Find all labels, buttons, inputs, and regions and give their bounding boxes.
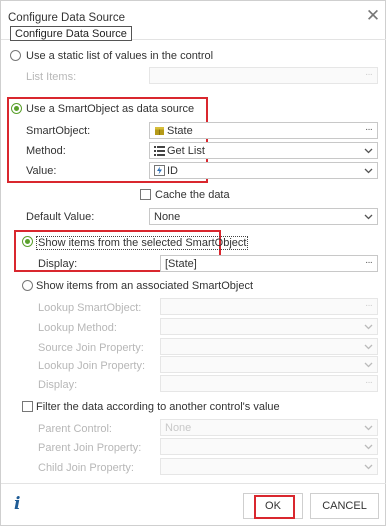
footer-divider [1, 483, 386, 484]
smartobject-value: State [167, 125, 193, 137]
parent-control-dropdown[interactable]: None [160, 419, 378, 436]
ok-highlight-box [254, 495, 295, 519]
selected-items-radio[interactable] [22, 236, 33, 247]
smartobject-ellipsis-button[interactable]: ··· [365, 124, 373, 135]
associated-display-field[interactable]: ··· [160, 375, 378, 392]
lookup-join-label: Lookup Join Property: [38, 360, 146, 372]
chevron-down-icon[interactable] [364, 442, 373, 451]
chevron-down-icon[interactable] [364, 462, 373, 471]
cancel-button-label: CANCEL [322, 500, 367, 512]
property-icon [154, 165, 165, 176]
smartobject-source-option-label: Use a SmartObject as data source [26, 103, 195, 115]
chevron-down-icon[interactable] [364, 146, 373, 155]
filter-checkbox[interactable] [22, 401, 33, 412]
chevron-down-icon[interactable] [364, 360, 373, 369]
chevron-down-icon[interactable] [364, 423, 373, 432]
default-value-label: Default Value: [26, 211, 95, 223]
source-join-dropdown[interactable] [160, 338, 378, 355]
child-join-dropdown[interactable] [160, 458, 378, 475]
close-icon[interactable]: ✕ [365, 7, 381, 25]
lookup-method-dropdown[interactable] [160, 318, 378, 335]
default-value-dropdown[interactable]: None [149, 208, 378, 225]
list-items-label: List Items: [26, 71, 77, 83]
selected-display-label: Display: [38, 258, 78, 270]
lookup-method-label: Lookup Method: [38, 322, 117, 334]
smartobject-source-radio[interactable] [11, 103, 22, 114]
method-dropdown[interactable]: Get List [149, 142, 378, 159]
static-list-option-label: Use a static list of values in the contr… [26, 50, 214, 62]
dialog-title: Configure Data Source [8, 12, 125, 24]
selected-display-field[interactable]: [State] ··· [160, 255, 378, 272]
method-value: Get List [167, 145, 205, 157]
smartobject-label: SmartObject: [26, 125, 91, 137]
chevron-down-icon[interactable] [364, 212, 373, 221]
associated-items-option-label: Show items from an associated SmartObjec… [36, 280, 254, 292]
parent-join-label: Parent Join Property: [38, 442, 142, 454]
display-ellipsis-button[interactable]: ··· [365, 257, 373, 268]
value-value: ID [167, 165, 178, 177]
chevron-down-icon[interactable] [364, 322, 373, 331]
smartobject-cube-icon [155, 127, 164, 135]
lookup-join-dropdown[interactable] [160, 356, 378, 373]
child-join-label: Child Join Property: [38, 462, 134, 474]
selected-items-option-label: Show items from the selected SmartObject [36, 236, 249, 250]
lookup-smartobject-label: Lookup SmartObject: [38, 302, 142, 314]
cancel-button[interactable]: CANCEL [310, 493, 379, 519]
list-method-icon [154, 146, 165, 156]
list-items-field[interactable]: ··· [149, 67, 378, 84]
cache-data-label: Cache the data [155, 189, 230, 201]
title-tooltip: Configure Data Source [10, 26, 132, 41]
value-label: Value: [26, 165, 57, 177]
cache-data-checkbox[interactable] [140, 189, 151, 200]
selected-display-value: [State] [165, 258, 197, 270]
method-label: Method: [26, 145, 66, 157]
parent-control-value: None [165, 422, 192, 434]
associated-display-ellipsis-button[interactable]: ··· [365, 377, 373, 388]
lookup-smartobject-field[interactable]: ··· [160, 298, 378, 315]
associated-items-radio[interactable] [22, 280, 33, 291]
configure-data-source-dialog: Configure Data Source ✕ Configure Data S… [0, 0, 386, 526]
filter-option-label: Filter the data according to another con… [36, 401, 280, 413]
parent-control-label: Parent Control: [38, 423, 112, 435]
associated-display-label: Display: [38, 379, 78, 391]
default-value-value: None [154, 211, 181, 223]
chevron-down-icon[interactable] [364, 166, 373, 175]
chevron-down-icon[interactable] [364, 342, 373, 351]
static-list-radio[interactable] [10, 50, 21, 61]
parent-join-dropdown[interactable] [160, 438, 378, 455]
smartobject-field[interactable]: State ··· [149, 122, 378, 139]
list-items-ellipsis-button[interactable]: ··· [365, 69, 373, 80]
source-join-label: Source Join Property: [38, 342, 144, 354]
info-icon[interactable]: i [14, 494, 20, 514]
lookup-smartobject-ellipsis-button[interactable]: ··· [365, 300, 373, 311]
value-dropdown[interactable]: ID [149, 162, 378, 179]
